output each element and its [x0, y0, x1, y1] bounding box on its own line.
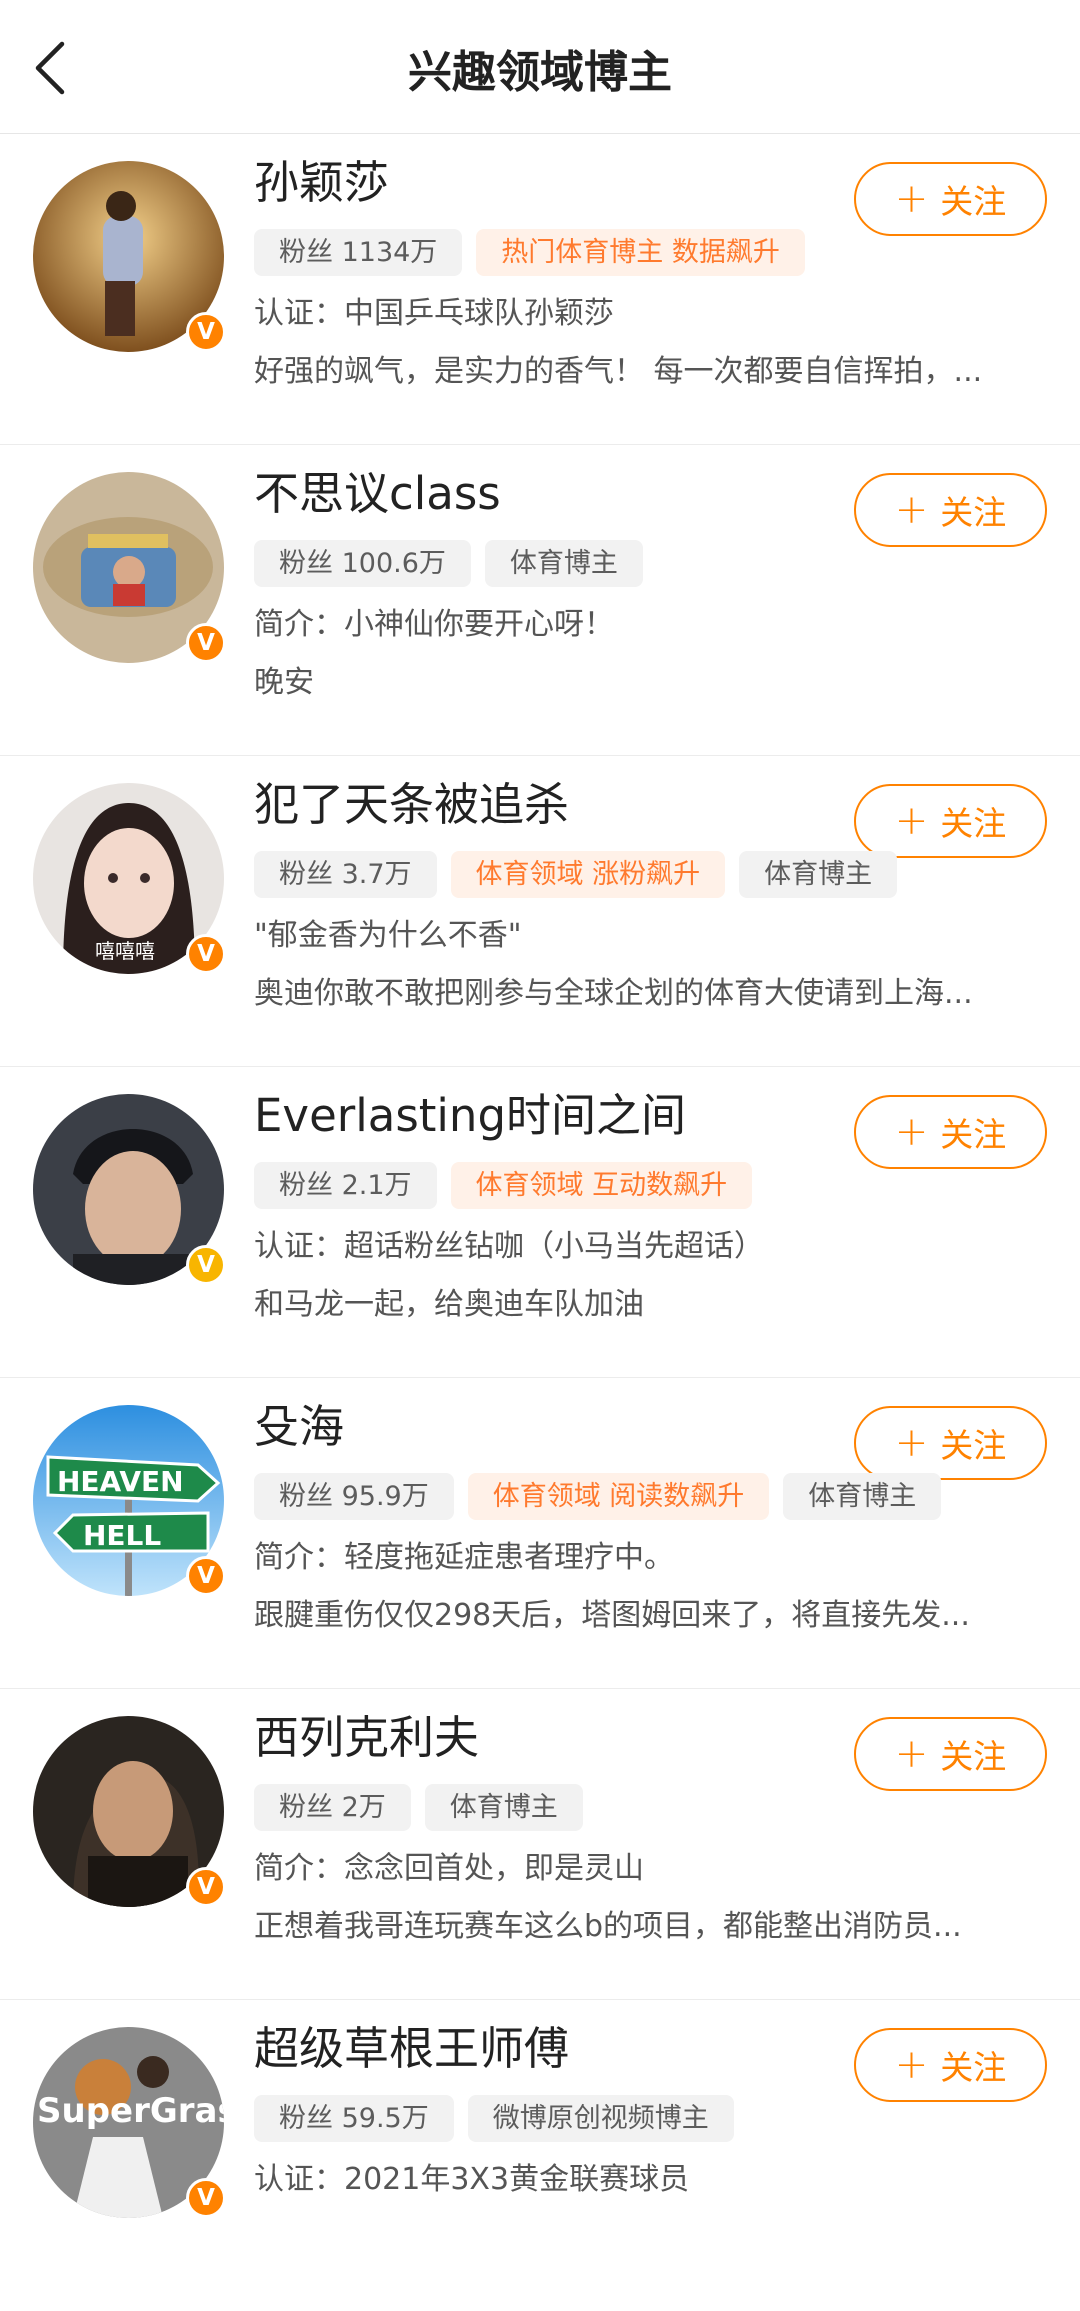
fans-count-tag: 粉丝 2万	[254, 1784, 411, 1831]
blogger-item[interactable]: V Everlasting时间之间 + 关注 粉丝 2.1万 体育领域 互动数飙升…	[0, 1067, 1080, 1378]
category-tag: 体育博主	[484, 540, 643, 587]
blogger-name[interactable]: Everlasting时间之间	[254, 1081, 686, 1151]
plus-icon: +	[894, 487, 929, 533]
follow-button[interactable]: + 关注	[854, 162, 1047, 236]
verification-text: 认证：中国乒乓球队孙颖莎	[254, 296, 614, 331]
tag-row: 粉丝 100.6万 体育博主	[254, 540, 657, 587]
page-title: 兴趣领域博主	[408, 47, 672, 98]
follow-button[interactable]: + 关注	[854, 1717, 1047, 1791]
tag-row: 粉丝 3.7万 体育领域 涨粉飙升 体育博主	[254, 851, 911, 898]
follow-button[interactable]: + 关注	[854, 2028, 1047, 2102]
blogger-item[interactable]: SuperGrass V 超级草根王师傅 +关注 粉丝 59.5万 微博原创视频…	[0, 2000, 1080, 2311]
follow-button[interactable]: + 关注	[854, 473, 1047, 547]
bio-text: 简介：轻度拖延症患者理疗中。	[254, 1540, 674, 1575]
verified-badge-icon: V	[186, 934, 226, 974]
verified-badge-icon: V	[186, 1556, 226, 1596]
category-tag: 体育博主	[739, 851, 898, 898]
verification-text: 认证：2021年3X3黄金联赛球员	[254, 2162, 690, 2197]
trending-tag: 热门体育博主 数据飙升	[476, 229, 805, 276]
tag-row: 粉丝 1134万 热门体育博主 数据飙升	[254, 229, 819, 276]
blogger-name[interactable]: 超级草根王师傅	[254, 2014, 569, 2084]
trending-tag: 体育领域 阅读数飙升	[467, 1473, 770, 1520]
fans-count-tag: 粉丝 59.5万	[254, 2095, 454, 2142]
fans-count-tag: 粉丝 3.7万	[254, 851, 437, 898]
blogger-item[interactable]: 嘻嘻嘻 V 犯了天条被追杀 + 关注 粉丝 3.7万 体育领域 涨粉飙升 体育博主…	[0, 756, 1080, 1067]
verified-badge-icon: V	[186, 2178, 226, 2218]
bio-text: 简介：小神仙你要开心呀！	[254, 607, 614, 642]
blogger-list: V 孙颖莎 + 关注 粉丝 1134万 热门体育博主 数据飙升 认证：中国乒乓球队…	[0, 134, 1080, 2311]
latest-post-text: 好强的飒气，是实力的香气！ 每一次都要自信挥拍，...	[254, 354, 983, 389]
bio-text: "郁金香为什么不香"	[254, 918, 522, 953]
sign-text-bottom: HELL	[83, 1519, 161, 1552]
category-tag: 体育博主	[783, 1473, 942, 1520]
fans-count-tag: 粉丝 1134万	[254, 229, 463, 276]
fans-count-tag: 粉丝 100.6万	[254, 540, 471, 587]
blogger-name[interactable]: 孙颖莎	[254, 148, 389, 218]
tag-row: 粉丝 95.9万 体育领域 阅读数飙升 体育博主	[254, 1473, 955, 1520]
blogger-name[interactable]: 不思议class	[254, 459, 501, 529]
latest-post-text: 正想着我哥连玩赛车这么b的项目，都能整出消防员...	[254, 1909, 962, 1944]
latest-post-text: 奥迪你敢不敢把刚参与全球企划的体育大使请到上海...	[254, 976, 973, 1011]
latest-post-text: 晚安	[254, 665, 314, 700]
avatar-caption: SuperGrass	[37, 2091, 224, 2131]
blogger-item[interactable]: V 不思议class + 关注 粉丝 100.6万 体育博主 简介：小神仙你要开心…	[0, 445, 1080, 756]
verified-badge-icon: V	[186, 312, 226, 352]
top-bar: 兴趣领域博主	[0, 0, 1080, 134]
fans-count-tag: 粉丝 2.1万	[254, 1162, 437, 1209]
latest-post-text: 和马龙一起，给奥迪车队加油	[254, 1287, 644, 1322]
verified-badge-icon: V	[186, 623, 226, 663]
plus-icon: +	[894, 176, 929, 222]
category-tag: 体育博主	[424, 1784, 583, 1831]
avatar-caption: 嘻嘻嘻	[95, 939, 155, 963]
plus-icon: +	[894, 2042, 929, 2088]
bio-text: 简介：念念回首处，即是灵山	[254, 1851, 644, 1886]
category-tag: 微博原创视频博主	[467, 2095, 734, 2142]
trending-tag: 体育领域 涨粉飙升	[450, 851, 726, 898]
follow-button[interactable]: + 关注	[854, 1406, 1047, 1480]
plus-icon: +	[894, 1109, 929, 1155]
verified-badge-icon: V	[186, 1867, 226, 1907]
sign-text-top: HEAVEN	[57, 1465, 184, 1498]
trending-tag: 体育领域 互动数飙升	[450, 1162, 753, 1209]
verification-text: 认证：超话粉丝钻咖（小马当先超话）	[254, 1229, 764, 1264]
blogger-item[interactable]: V 西列克利夫 + 关注 粉丝 2万 体育博主 简介：念念回首处，即是灵山 正想着…	[0, 1689, 1080, 2000]
blogger-name[interactable]: 西列克利夫	[254, 1703, 479, 1773]
plus-icon: +	[894, 798, 929, 844]
tag-row: 粉丝 59.5万 微博原创视频博主	[254, 2095, 748, 2142]
blogger-item[interactable]: HEAVEN HELL V 殳海 + 关注 粉丝 95.9万 体育领域 阅读数飙升…	[0, 1378, 1080, 1689]
latest-post-text: 跟腱重伤仅仅298天后，塔图姆回来了，将直接先发...	[254, 1598, 970, 1633]
fans-count-tag: 粉丝 95.9万	[254, 1473, 454, 1520]
plus-icon: +	[894, 1731, 929, 1777]
plus-icon: +	[894, 1420, 929, 1466]
blogger-name[interactable]: 殳海	[254, 1392, 344, 1462]
blogger-name[interactable]: 犯了天条被追杀	[254, 770, 569, 840]
follow-button[interactable]: + 关注	[854, 1095, 1047, 1169]
follow-button[interactable]: + 关注	[854, 784, 1047, 858]
tag-row: 粉丝 2.1万 体育领域 互动数飙升	[254, 1162, 766, 1209]
verified-badge-icon: V	[186, 1245, 226, 1285]
tag-row: 粉丝 2万 体育博主	[254, 1784, 597, 1831]
blogger-item[interactable]: V 孙颖莎 + 关注 粉丝 1134万 热门体育博主 数据飙升 认证：中国乒乓球队…	[0, 134, 1080, 445]
